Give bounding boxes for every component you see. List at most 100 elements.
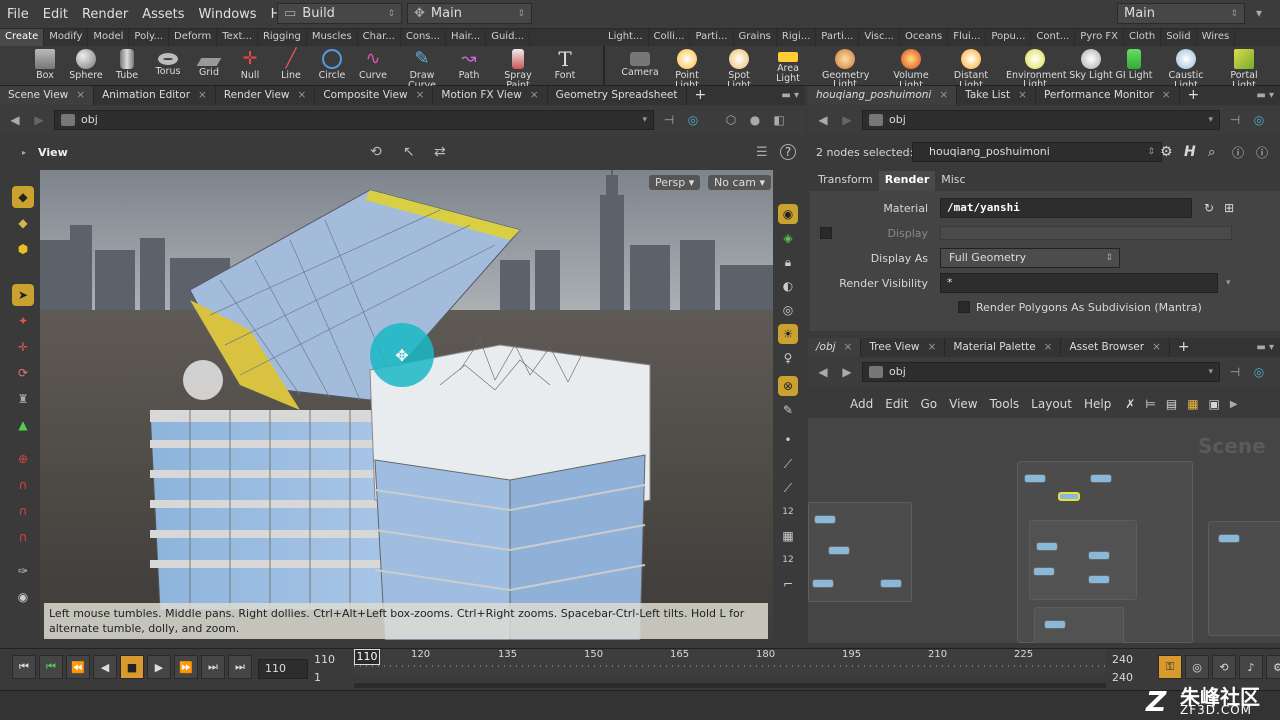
net-menu-view[interactable]: View [943,397,983,411]
wrench-icon[interactable]: ✗ [1125,397,1135,411]
node[interactable] [1090,474,1112,483]
tab-scene-view[interactable]: Scene View × [0,86,95,105]
next-key-icon[interactable]: ⏭ [201,655,225,679]
shelf-tab-oceans[interactable]: Oceans [900,29,949,46]
pin-icon[interactable]: ⊣ [1226,363,1244,381]
tool-font[interactable]: T Font [542,46,588,86]
shelf-tab-cont[interactable]: Cont... [1031,29,1076,46]
ruler-icon[interactable]: ⟋ [778,478,798,498]
shelf-tab-wires[interactable]: Wires [1197,29,1236,46]
close-icon[interactable]: × [939,89,948,101]
node[interactable] [1088,551,1110,560]
tool-camera[interactable]: Camera [617,46,663,86]
list-icon[interactable]: ▤ [1166,397,1177,411]
layout-icon[interactable]: ▣ [1209,397,1220,411]
close-icon[interactable]: × [1162,89,1171,101]
shelf-tab-solid[interactable]: Solid [1161,29,1197,46]
tool-grid[interactable]: Grid [186,46,232,86]
back-arrow-icon[interactable]: ◀ [6,111,24,129]
display-options-icon[interactable]: ◉ [778,204,798,224]
handle-icon[interactable]: ✦ [12,310,34,332]
pin-icon[interactable]: ⊣ [1226,111,1244,129]
tab-performance-monitor[interactable]: Performance Monitor × [1036,86,1180,105]
tool-spot-light[interactable]: Spot Light [716,46,762,91]
pan-icon[interactable]: ↖ [403,144,415,160]
shelf-tab-popu[interactable]: Popu... [986,29,1032,46]
menu-edit[interactable]: Edit [36,7,75,22]
network-box-inner[interactable] [1029,520,1137,600]
forward-arrow-icon[interactable]: ▶ [838,363,856,381]
persp-menu[interactable]: Persp ▾ [649,175,701,190]
display-checkbox[interactable] [820,227,832,239]
tab-asset-browser[interactable]: Asset Browser × [1061,338,1170,357]
tab-houqiang[interactable]: houqiang_poshuimoni × [808,86,958,105]
node-select-icon[interactable]: ⊞ [1224,201,1234,215]
prev-key-icon[interactable]: ⏮ [39,655,63,679]
node[interactable] [1218,534,1240,543]
timeline-track[interactable]: 110 120 135 150 165 180 195 210 225 [354,649,1106,675]
dropdown-icon[interactable]: ▾ [1256,6,1262,20]
ghost-icon[interactable]: ◈ [778,228,798,248]
net-menu-edit[interactable]: Edit [879,397,914,411]
tab-material-palette[interactable]: Material Palette × [945,338,1062,357]
net-menu-help[interactable]: Help [1078,397,1117,411]
camera-tool-icon[interactable]: ◉ [12,586,34,608]
param-tab-misc[interactable]: Misc [935,171,972,191]
add-tab-icon[interactable]: + [1180,86,1208,105]
shelf-tab-text[interactable]: Text... [217,29,258,46]
network-editor[interactable]: Scene [808,418,1280,643]
chart-icon[interactable]: ▦ [778,526,798,546]
snap-icon[interactable]: ∩ [12,474,34,496]
shelf-tab-poly[interactable]: Poly... [129,29,170,46]
forward-arrow-icon[interactable]: ▶ [838,111,856,129]
light-icon[interactable]: ☀ [778,324,798,344]
expand-icon[interactable]: ▸ [22,148,26,157]
camera-menu[interactable]: No cam ▾ [708,175,771,190]
wire-icon[interactable]: ◎ [778,300,798,320]
shelf-tab-muscles[interactable]: Muscles [307,29,358,46]
pane-menu-icon[interactable]: ▬ ▾ [1256,342,1280,353]
stop-icon[interactable]: ■ [120,655,144,679]
display-slider[interactable] [940,226,1232,240]
number-12-icon[interactable]: 12 [778,502,798,522]
menu-assets[interactable]: Assets [135,7,191,22]
shelf-tab-create[interactable]: Create [0,29,45,46]
goto-end-icon[interactable]: ⏭ [228,655,252,679]
net-menu-tools[interactable]: Tools [984,397,1026,411]
tool-draw-curve[interactable]: ✎Draw Curve [396,46,448,91]
number-12b-icon[interactable]: 12 [778,550,798,570]
shelf-tab-colli[interactable]: Colli... [649,29,691,46]
pin-icon[interactable]: ⊣ [660,111,678,129]
pane-menu-icon[interactable]: ▬ ▾ [781,90,805,101]
play-icon[interactable]: ▶ [147,655,171,679]
visibility-icon[interactable]: ♀ [778,348,798,368]
link-icon[interactable]: ◎ [1250,111,1268,129]
snapshot-icon[interactable]: ⊗ [778,376,798,396]
shelf-tab-modify[interactable]: Modify [44,29,89,46]
close-icon[interactable]: × [1018,89,1027,101]
tool-distant-light[interactable]: Distant Light [943,46,999,91]
node[interactable] [1033,567,1055,576]
tool-tube[interactable]: Tube [104,46,150,86]
tool-environment-light[interactable]: Environment Light [1006,46,1067,89]
close-icon[interactable]: × [844,341,853,353]
menu-windows[interactable]: Windows [192,7,264,22]
shelf-tab-model[interactable]: Model [88,29,130,46]
gear-icon[interactable]: ⚙ [1160,144,1173,160]
tab-animation-editor[interactable]: Animation Editor × [94,86,216,105]
shelf-tab-grains[interactable]: Grains [734,29,777,46]
angle-icon[interactable]: ⌐ [778,574,798,594]
shelf-tab-cons[interactable]: Cons... [401,29,447,46]
node[interactable] [1036,542,1058,551]
tool-spray-paint[interactable]: Spray Paint [492,46,544,91]
end-frame[interactable]: 240 [1112,653,1133,666]
snap-grid-icon[interactable]: ∩ [12,500,34,522]
tool-area-light[interactable]: Area Light [765,46,811,86]
dropdown-icon[interactable]: ▾ [1226,278,1231,288]
cube-icon[interactable]: ⬡ [722,111,740,129]
shelf-tab-rigging[interactable]: Rigging [258,29,307,46]
tool-portal-light[interactable]: Portal Light [1218,46,1270,91]
lock-icon[interactable]: 🔒︎ [778,252,798,272]
settings-icon[interactable]: ⚙ [1266,655,1280,679]
add-tab-icon[interactable]: + [687,86,715,105]
